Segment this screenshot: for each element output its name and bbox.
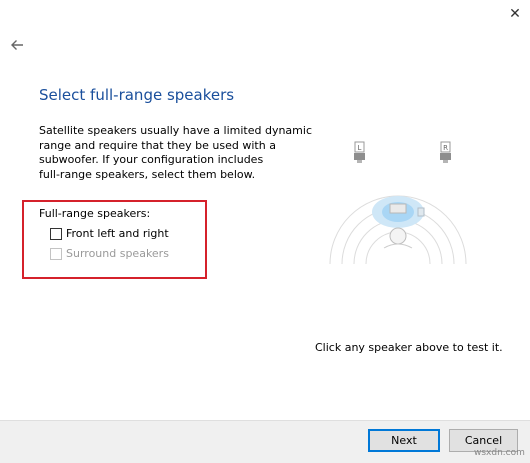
- close-icon: ✕: [509, 6, 521, 22]
- speaker-diagram: L R: [329, 141, 467, 265]
- surround-speakers-checkbox: [50, 247, 62, 260]
- right-speaker-icon: R: [440, 141, 451, 163]
- watermark: wsxdn.com: [474, 448, 525, 458]
- listener-shoulders: [383, 243, 413, 249]
- left-speaker-label: L: [358, 144, 362, 152]
- subwoofer-shape: [389, 203, 407, 214]
- next-button[interactable]: Next: [368, 429, 440, 452]
- description-line: Satellite speakers usually have a limite…: [39, 124, 312, 137]
- surround-speakers-option: Surround speakers: [50, 247, 169, 260]
- right-speaker-label: R: [443, 144, 448, 152]
- center-indicator: [417, 207, 425, 217]
- page-title: Select full-range speakers: [39, 86, 235, 104]
- close-button[interactable]: ✕: [500, 0, 530, 28]
- left-speaker-icon: L: [354, 141, 365, 163]
- listener-head: [389, 227, 407, 245]
- front-left-right-checkbox[interactable]: [50, 227, 62, 240]
- description-line: subwoofer. If your configuration include…: [39, 153, 264, 166]
- description-line: range and require that they be used with…: [39, 138, 276, 152]
- front-left-right-label: Front left and right: [66, 227, 169, 240]
- front-left-right-option[interactable]: Front left and right: [50, 227, 169, 240]
- surround-speakers-label: Surround speakers: [66, 247, 169, 260]
- description-line: full-range speakers, select them below.: [39, 167, 256, 181]
- full-range-group-label: Full-range speakers:: [39, 207, 151, 220]
- description: Satellite speakers usually have a limite…: [39, 124, 312, 182]
- back-button[interactable]: [6, 35, 28, 55]
- back-arrow-icon: [11, 40, 23, 50]
- test-hint: Click any speaker above to test it.: [315, 341, 503, 354]
